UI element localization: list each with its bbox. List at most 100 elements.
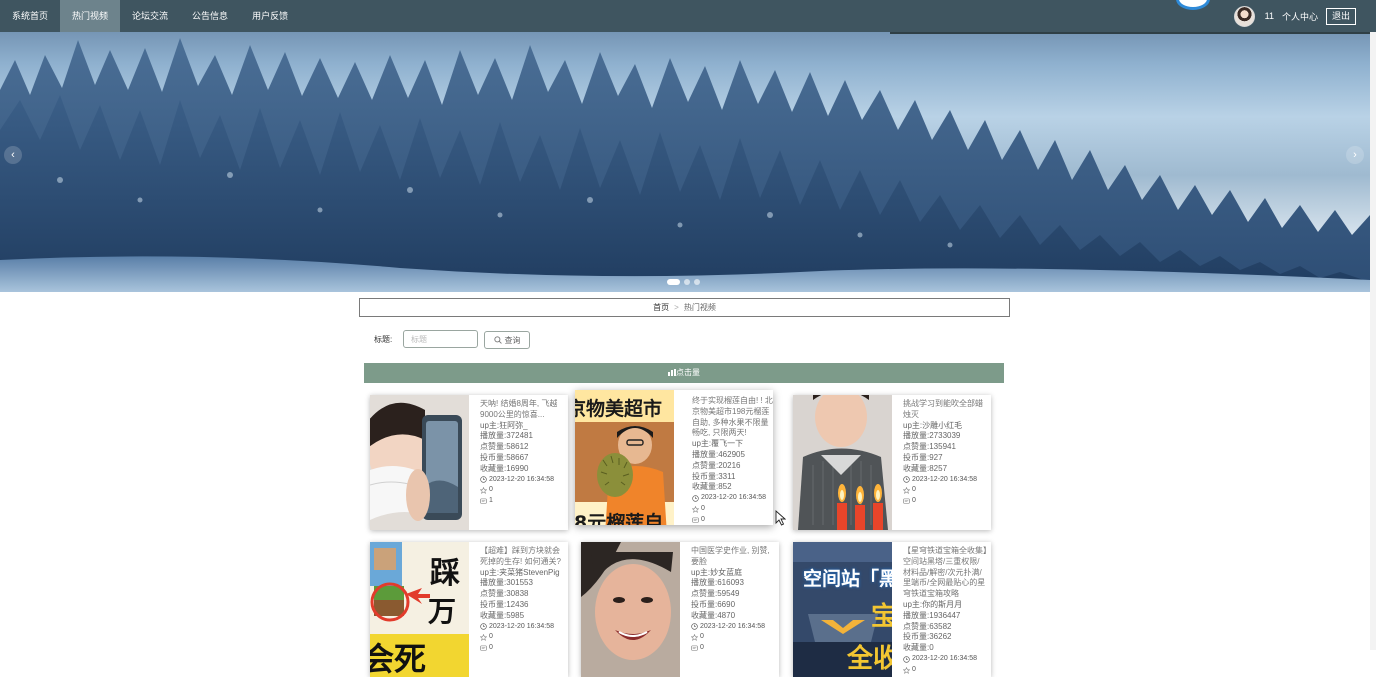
breadcrumb-current: 热门视频 [683, 303, 716, 312]
title-search-input[interactable] [403, 330, 478, 348]
top-divider [890, 32, 1370, 34]
avatar[interactable] [1233, 5, 1255, 27]
comment-icon [691, 645, 698, 651]
banner-carousel[interactable]: ‹ › [0, 0, 1370, 292]
video-time-row: 2023-12-20 16:34:58 [480, 622, 564, 633]
video-plays: 播放量:372481 [480, 431, 533, 441]
nav-item-feedback[interactable]: 用户反馈 [240, 0, 300, 32]
video-stars: 0 [489, 633, 493, 641]
clock-icon [480, 623, 487, 631]
nav-item-announcements[interactable]: 公告信息 [180, 0, 240, 32]
video-likes: 点赞量:63582 [903, 621, 952, 631]
video-comments: 0 [912, 497, 916, 505]
comment-icon [480, 645, 487, 651]
video-thumbnail[interactable] [581, 542, 680, 677]
video-thumbnail[interactable] [793, 395, 892, 530]
banner-dot-2[interactable] [684, 279, 690, 285]
user-area: 11 个人中心 退出 [1233, 5, 1356, 27]
video-info: 中国医学史作业, 别赞, 要脸 up主:妙女蓝庭 播放量:616093 点赞量:… [691, 546, 775, 654]
nav-item-home[interactable]: 系统首页 [0, 0, 60, 32]
nav-item-hot-videos[interactable]: 热门视频 [60, 0, 121, 32]
video-title[interactable]: 【星穹铁道宝箱全收集】空间站黑塔/三重权限/材料品/解密/次元扑满/里端币/全网… [903, 546, 987, 600]
video-coins: 投币量:12436 [480, 599, 529, 609]
breadcrumb-home[interactable]: 首页 [653, 303, 669, 312]
video-time-row: 2023-12-20 16:34:58 [903, 654, 987, 665]
video-card[interactable]: 天呐! 结婚8周年, 飞越9000公里的惊喜... up主:狂阿弥_ 播放量:3… [370, 395, 568, 530]
video-stars: 0 [912, 665, 916, 673]
sort-by-clicks-bar[interactable]: 点击量 [364, 363, 1004, 383]
bar-chart-icon [668, 369, 676, 376]
video-stars-row: 0 [903, 485, 987, 496]
scrollbar-track[interactable] [1370, 32, 1376, 650]
video-uploader: up主:狂阿弥_ [480, 420, 528, 430]
video-stars-row: 0 [480, 632, 564, 643]
video-time: 2023-12-20 16:34:58 [701, 494, 766, 502]
comment-icon [692, 517, 699, 523]
video-thumbnail[interactable] [370, 395, 469, 530]
video-uploader: up主:你的斯月月 [903, 599, 963, 609]
video-time-row: 2023-12-20 16:34:58 [480, 475, 564, 486]
video-info: 【星穹铁道宝箱全收集】空间站黑塔/三重权限/材料品/解密/次元扑满/里端币/全网… [903, 546, 987, 677]
video-time: 2023-12-20 16:34:58 [912, 654, 977, 662]
video-likes: 点赞量:135941 [903, 442, 956, 452]
video-comments-row: 0 [692, 515, 773, 525]
video-stars-row: 0 [480, 485, 564, 496]
video-card[interactable]: 踩 万 会死 【超难】踩到方块就会死掉的生存! 如何通关? up主:夹菜猪Ste… [370, 542, 568, 677]
video-comments-row: 0 [480, 643, 564, 654]
video-coins: 投币量:36262 [903, 632, 952, 642]
video-time-row: 2023-12-20 16:34:58 [692, 493, 773, 504]
video-comments: 0 [701, 515, 705, 523]
thumbnail-caption-b: 宝 [871, 602, 892, 632]
star-icon [903, 487, 910, 495]
logout-button[interactable]: 退出 [1325, 7, 1356, 25]
video-card[interactable]: 空间站「黑 宝 全收 【星穹铁道宝箱全收集】空间站黑塔/三重权限/材料品/解密/… [793, 542, 991, 677]
video-plays: 播放量:2733039 [903, 431, 961, 441]
video-uploader: up主:沙雕小红毛 [903, 420, 963, 430]
video-stars-row: 0 [691, 632, 775, 643]
thumbnail-caption-bottom: 8元榴莲自 [575, 512, 664, 525]
video-title[interactable]: 【超难】踩到方块就会死掉的生存! 如何通关? [480, 546, 564, 568]
star-icon [692, 505, 699, 513]
video-thumbnail[interactable]: 京物美超市 8元榴莲自 [575, 390, 674, 525]
video-title[interactable]: 终于实现榴莲自由! ! 北京物美超市198元榴莲自助, 多种水果不限量畅吃, 只… [692, 396, 773, 439]
banner-dot-1[interactable] [667, 279, 680, 285]
video-favorites: 收藏量:0 [903, 643, 934, 653]
banner-image [0, 38, 1370, 292]
video-card[interactable]: 挑战学习到能吹全部蜡烛灭 up主:沙雕小红毛 播放量:2733039 点赞量:1… [793, 395, 991, 530]
banner-next-button[interactable]: › [1346, 146, 1364, 164]
video-time-row: 2023-12-20 16:34:58 [903, 475, 987, 486]
clock-icon [692, 495, 699, 502]
video-card[interactable]: 中国医学史作业, 别赞, 要脸 up主:妙女蓝庭 播放量:616093 点赞量:… [581, 542, 779, 677]
banner-indicators [667, 279, 700, 285]
video-title[interactable]: 挑战学习到能吹全部蜡烛灭 [903, 399, 987, 421]
video-title[interactable]: 天呐! 结婚8周年, 飞越9000公里的惊喜... [480, 399, 564, 421]
star-icon [480, 634, 487, 642]
video-favorites: 收藏量:16990 [480, 463, 529, 473]
video-time: 2023-12-20 16:34:58 [912, 475, 977, 483]
video-title[interactable]: 中国医学史作业, 别赞, 要脸 [691, 546, 775, 568]
video-plays: 播放量:301553 [480, 578, 533, 588]
thumbnail-caption-a: 踩 [430, 556, 460, 591]
video-likes: 点赞量:30838 [480, 589, 529, 599]
video-favorites: 收藏量:4870 [691, 610, 736, 620]
video-plays: 播放量:462905 [692, 449, 745, 459]
nav-item-forum[interactable]: 论坛交流 [120, 0, 180, 32]
top-navigation-bar: 系统首页 热门视频 论坛交流 公告信息 用户反馈 11 个人中心 退出 [0, 0, 1376, 32]
mouse-cursor-icon [775, 510, 786, 526]
clock-icon [691, 623, 698, 631]
user-center-link[interactable]: 个人中心 [1282, 10, 1318, 23]
video-thumbnail[interactable]: 踩 万 会死 [370, 542, 469, 677]
video-info: 【超难】踩到方块就会死掉的生存! 如何通关? up主:夹菜猪StevenPig … [480, 546, 564, 654]
video-time: 2023-12-20 16:34:58 [489, 622, 554, 630]
video-thumbnail[interactable]: 空间站「黑 宝 全收 [793, 542, 892, 677]
breadcrumb: 首页 > 热门视频 [359, 298, 1010, 317]
star-icon [903, 666, 910, 674]
thumbnail-caption-c: 会死 [370, 640, 427, 677]
search-button[interactable]: 查询 [484, 331, 530, 349]
banner-dot-3[interactable] [694, 279, 700, 285]
banner-prev-button[interactable]: ‹ [4, 146, 22, 164]
video-plays: 播放量:1936447 [903, 610, 961, 620]
video-card[interactable]: 京物美超市 8元榴莲自 终于实现榴莲自由! ! 北京物美超市198元榴莲自助, … [575, 390, 773, 525]
video-stars: 0 [912, 486, 916, 494]
video-favorites: 收藏量:852 [692, 482, 732, 492]
